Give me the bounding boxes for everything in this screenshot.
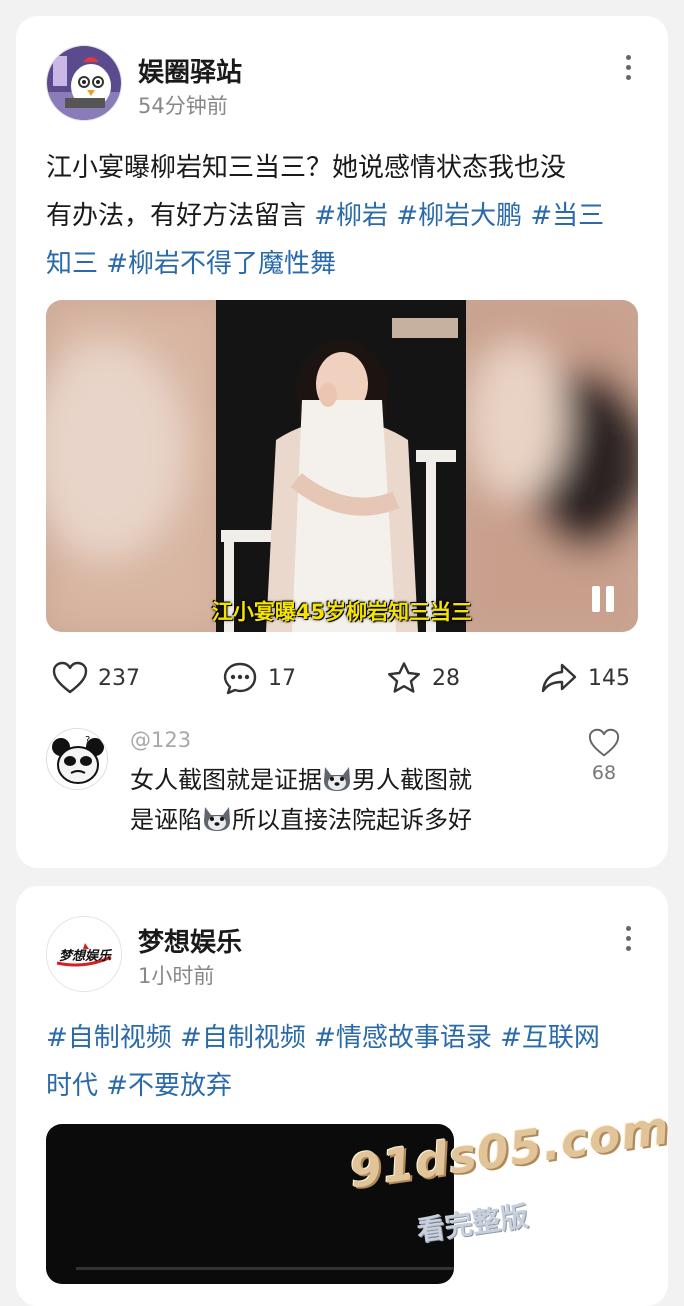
post-text: 江小宴曝柳岩知三当三？她说感情状态我也没 有办法，有好方法留言 #柳岩 #柳岩大… [46, 144, 646, 288]
logo-text: 梦想娱乐 [58, 949, 111, 964]
like-button[interactable]: 237 [52, 656, 140, 700]
author-avatar[interactable] [46, 45, 122, 121]
share-count: 145 [588, 665, 630, 691]
hashtag-line[interactable]: 时代 #不要放弃 [46, 1062, 646, 1110]
feed-post-card: 梦想娱乐 梦想娱乐 1小时前 #自制视频 #自制视频 #情感故事语录 #互联网 … [16, 886, 668, 1306]
author-avatar[interactable]: 梦想娱乐 [46, 916, 122, 992]
comment-line: 是诬陷 所以直接法院起诉多好 [130, 800, 530, 840]
video-caption-wrap: 江小宴曝45岁柳岩知三当三 [46, 596, 638, 626]
post-text-plain: 有办法，有好方法留言 [46, 201, 315, 231]
hashtag-line[interactable]: #自制视频 #自制视频 #情感故事语录 #互联网 [46, 1014, 646, 1062]
husky-emoji-icon [324, 767, 350, 791]
husky-emoji-icon [204, 807, 230, 831]
video-frame [46, 300, 638, 632]
comment-like-button[interactable]: 68 [584, 728, 624, 784]
video-player[interactable]: 江小宴曝45岁柳岩知三当三 [46, 300, 638, 632]
post-text: #自制视频 #自制视频 #情感故事语录 #互联网 时代 #不要放弃 [46, 1014, 646, 1110]
author-name[interactable]: 梦想娱乐 [138, 922, 242, 959]
favorite-count: 28 [432, 665, 460, 691]
share-button[interactable]: 145 [540, 656, 630, 700]
comment-segment: 是诬陷 [130, 806, 202, 834]
comment-count: 17 [268, 665, 296, 691]
author-name[interactable]: 娱圈驿站 [138, 52, 242, 89]
comment-like-count: 68 [591, 762, 617, 784]
favorite-button[interactable]: 28 [386, 656, 460, 700]
post-text-plain: 江小宴曝柳岩知三当三？她说感情状态我也没 [46, 153, 567, 183]
post-time: 54分钟前 [138, 94, 228, 118]
share-arrow-icon [541, 663, 577, 693]
top-comment: ? @123 女人截图就是证据 男人截图就 是诬陷 所以直接法院起诉多好 68 [46, 728, 638, 848]
heart-icon [588, 728, 620, 757]
like-count: 237 [98, 665, 140, 691]
commenter-name[interactable]: @123 [130, 728, 191, 752]
comment-bubble-icon [223, 662, 257, 695]
post-time: 1小时前 [138, 964, 215, 988]
hashtag-link[interactable]: #柳岩 #柳岩大鹏 #当三 [314, 201, 604, 231]
post-text-line: 有办法，有好方法留言 #柳岩 #柳岩大鹏 #当三 [46, 192, 646, 240]
post-text-line: 江小宴曝柳岩知三当三？她说感情状态我也没 [46, 144, 646, 192]
comment-segment: 女人截图就是证据 [130, 766, 322, 794]
pause-icon[interactable] [590, 584, 618, 614]
heart-icon [52, 661, 88, 694]
video-caption: 江小宴曝45岁柳岩知三当三 [211, 600, 473, 624]
post-text-line: 知三 #柳岩不得了魔性舞 [46, 240, 646, 288]
feed-post-card: 娱圈驿站 54分钟前 江小宴曝柳岩知三当三？她说感情状态我也没 有办法，有好方法… [16, 16, 668, 868]
more-options-icon[interactable] [618, 918, 638, 958]
comment-button[interactable]: 17 [222, 656, 296, 700]
comment-segment: 男人截图就 [352, 766, 472, 794]
action-bar: 237 17 28 145 [46, 656, 638, 700]
svg-text:?: ? [85, 735, 90, 746]
star-icon [388, 662, 420, 693]
video-progress-track[interactable] [76, 1267, 454, 1270]
comment-text: 女人截图就是证据 男人截图就 是诬陷 所以直接法院起诉多好 [130, 760, 530, 840]
more-options-icon[interactable] [618, 47, 638, 87]
commenter-avatar[interactable]: ? [46, 728, 108, 790]
hashtag-link[interactable]: 知三 #柳岩不得了魔性舞 [46, 249, 336, 279]
comment-line: 女人截图就是证据 男人截图就 [130, 760, 530, 800]
comment-segment: 所以直接法院起诉多好 [232, 806, 472, 834]
